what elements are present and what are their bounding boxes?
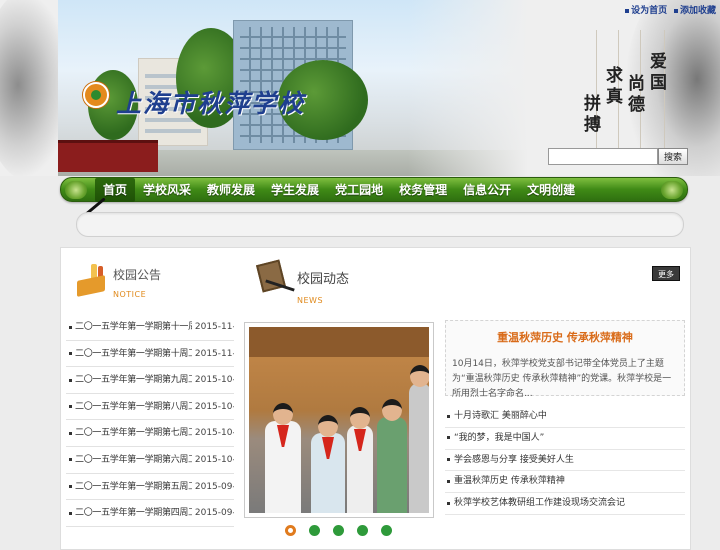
list-item[interactable]: 十月诗歌汇 美丽醉心中2015-10-21 — [445, 406, 685, 428]
nav-item-party-union[interactable]: 党工园地 — [327, 178, 391, 202]
search-bar: 搜索 — [548, 148, 689, 165]
featured-news: 重温秋萍历史 传承秋萍精神 10月14日，秋萍学校党支部书记带全体党员上了主题为… — [445, 320, 685, 399]
list-item[interactable]: 二〇一五学年第一学期第九周工... 2015-10-26 — [66, 367, 234, 394]
news-quill-icon — [255, 259, 295, 298]
list-item[interactable]: 重温秋萍历史 传承秋萍精神2015-10-15 — [445, 471, 685, 494]
list-item[interactable]: 二〇一五学年第一学期第五周工... 2015-09-28 — [66, 474, 234, 501]
list-item[interactable]: 二〇一五学年第一学期第八周工... 2015-10-19 — [66, 394, 234, 421]
top-links: 设为首页 添加收藏 — [621, 3, 716, 16]
main-content: 校园公告 NOTICE 二〇一五学年第一学期第十一周... 2015-11-09… — [60, 247, 691, 550]
carousel-dot[interactable] — [357, 525, 368, 536]
notice-title: 校园公告 — [113, 268, 162, 282]
list-item[interactable]: 二〇一五学年第一学期第十一周... 2015-11-09 — [66, 314, 234, 341]
school-logo-icon — [83, 82, 109, 108]
featured-news-title[interactable]: 重温秋萍历史 传承秋萍精神 — [446, 329, 684, 345]
carousel-dot[interactable] — [309, 525, 320, 536]
carousel-dot[interactable] — [333, 525, 344, 536]
news-title: 校园动态 — [297, 272, 350, 287]
motto-text: 爱国 — [646, 52, 666, 94]
news-subtitle: NEWS — [297, 296, 324, 305]
news-list: 十月诗歌汇 美丽醉心中2015-10-21 “我的梦，我是中国人”2015-10… — [445, 406, 685, 515]
featured-news-summary: 10月14日，秋萍学校党支部书记带全体党员上了主题为“重温秋萍历史 传承秋萍精神… — [452, 359, 672, 399]
more-news-button[interactable]: 更多 — [652, 266, 680, 281]
nav-item-civilization[interactable]: 文明创建 — [519, 178, 583, 202]
search-input[interactable] — [548, 148, 658, 165]
news-carousel-image[interactable] — [244, 322, 434, 518]
news-section-header: 校园动态 NEWS — [255, 256, 455, 306]
set-homepage-link[interactable]: 设为首页 — [625, 6, 667, 16]
main-nav: 首页 学校风采 教师发展 学生发展 党工园地 校务管理 信息公开 文明创建 — [60, 177, 688, 202]
nav-ornament-icon — [65, 181, 87, 199]
marquee-bar — [76, 212, 684, 237]
add-favorite-link[interactable]: 添加收藏 — [673, 6, 716, 16]
list-item[interactable]: 二〇一五学年第一学期第七周工... 2015-10-13 — [66, 420, 234, 447]
notice-section-header: 校园公告 NOTICE — [75, 258, 235, 306]
school-gate-sign — [58, 140, 158, 172]
nav-item-teacher-development[interactable]: 教师发展 — [199, 178, 263, 202]
notice-list: 二〇一五学年第一学期第十一周... 2015-11-09 二〇一五学年第一学期第… — [66, 314, 234, 527]
nav-ornament-icon — [661, 181, 683, 199]
search-button[interactable]: 搜索 — [658, 148, 689, 165]
nav-item-school-style[interactable]: 学校风采 — [135, 178, 199, 202]
notice-subtitle: NOTICE — [113, 290, 147, 299]
school-name: 上海市秋萍学校 — [116, 89, 306, 118]
carousel-pagination — [285, 525, 392, 536]
list-item[interactable]: 二〇一五学年第一学期第四周工... 2015-09-21 — [66, 500, 234, 527]
nav-item-information-disclosure[interactable]: 信息公开 — [455, 178, 519, 202]
list-item[interactable]: “我的梦，我是中国人”2015-10-20 — [445, 428, 685, 450]
nav-item-school-affairs[interactable]: 校务管理 — [391, 178, 455, 202]
carousel-dot[interactable] — [381, 525, 392, 536]
notice-books-icon — [77, 264, 107, 297]
list-item[interactable]: 秋萍学校艺体教研组工作建设现场交流会记2015-10-14 — [445, 493, 685, 515]
nav-item-student-development[interactable]: 学生发展 — [263, 178, 327, 202]
list-item[interactable]: 二〇一五学年第一学期第六周工... 2015-10-08 — [66, 447, 234, 474]
nav-items: 首页 学校风采 教师发展 学生发展 党工园地 校务管理 信息公开 文明创建 — [95, 178, 583, 202]
carousel-dot[interactable] — [285, 525, 296, 536]
list-item[interactable]: 学会感恩与分享 接受美好人生2015-10-19 — [445, 450, 685, 472]
site-header: 上海市秋萍学校 设为首页 添加收藏 拼搏 求真 尚德 爱国 搜索 — [0, 0, 720, 176]
list-item[interactable]: 二〇一五学年第一学期第十周工... 2015-11-02 — [66, 341, 234, 368]
